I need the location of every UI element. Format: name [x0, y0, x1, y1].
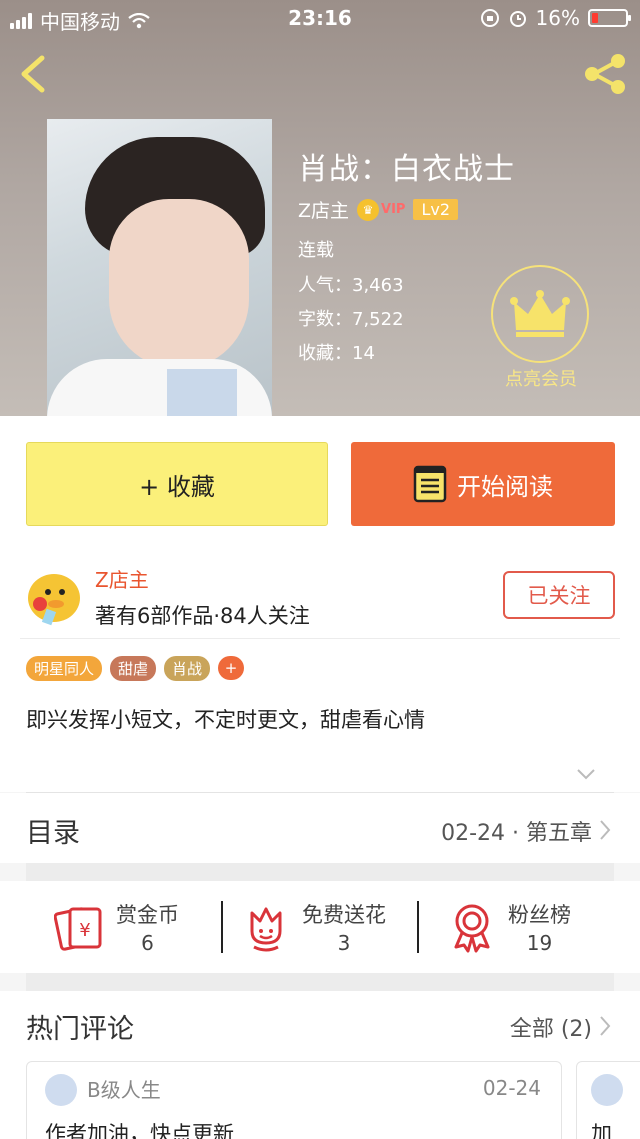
rewards-row: ¥ 赏金币 6 免费送花 3 粉丝榜 19 — [0, 881, 640, 973]
tag[interactable]: 明星同人 — [26, 656, 103, 681]
reward-count: 19 — [526, 931, 553, 955]
flower-icon — [250, 907, 282, 952]
vip-member-button[interactable]: 点亮会员 — [491, 265, 591, 395]
author-avatar[interactable] — [20, 564, 84, 628]
comment-card[interactable]: B级人生 02-24 作者加油，快点更新 — [26, 1061, 562, 1139]
comment-text: 作者加油，快点更新 — [45, 1122, 234, 1139]
medal-icon — [454, 904, 490, 953]
chevron-down-icon[interactable] — [576, 768, 596, 780]
divider — [221, 901, 223, 953]
action-bar: + 收藏 开始阅读 — [0, 416, 640, 548]
commenter-avatar — [45, 1074, 77, 1106]
book-title: 肖战：白衣战士 — [298, 152, 515, 187]
svg-text:¥: ¥ — [79, 920, 90, 941]
reward-count: 3 — [337, 931, 351, 955]
comment-text: 加 — [591, 1122, 612, 1139]
author-name-link[interactable]: Z店主 — [95, 564, 149, 593]
reward-count: 6 — [141, 931, 154, 955]
serial-status: 连载 — [298, 240, 334, 261]
crown-icon: ♛ — [357, 198, 380, 221]
comments-title: 热门评论 — [26, 1014, 134, 1045]
follow-button[interactable]: 已关注 — [503, 571, 615, 619]
book-header: 中国移动 23:16 16% 肖战：白衣战士 Z店主 ♛ VIP Lv2 连载 … — [0, 0, 640, 416]
add-tag-button[interactable]: + — [218, 656, 245, 680]
battery-percent: 16% — [535, 6, 580, 30]
rotation-lock-icon — [480, 9, 499, 27]
author-row: Z店主 ♛ VIP Lv2 — [298, 196, 459, 223]
divider — [417, 901, 419, 953]
red-envelope-icon: ¥ — [54, 907, 102, 951]
chevron-right-icon[interactable] — [598, 1015, 612, 1037]
back-icon[interactable] — [14, 52, 54, 96]
book-icon — [413, 465, 447, 503]
author-stats: 著有6部作品·84人关注 — [95, 604, 310, 628]
chevron-right-icon — [600, 820, 611, 840]
battery-icon — [588, 9, 631, 27]
tag-list: 明星同人 甜虐 肖战 + — [26, 656, 245, 681]
alarm-icon — [509, 11, 526, 27]
favorite-count: 收藏：14 — [298, 343, 375, 364]
book-intro: 即兴发挥小短文，不定时更文，甜虐看心情 — [26, 708, 425, 732]
book-cover[interactable] — [47, 119, 272, 416]
reward-coins-button[interactable]: ¥ 赏金币 6 — [54, 897, 179, 957]
hot-comments-section: 热门评论 全部 (2) B级人生 02-24 作者加油，快点更新 加 — [0, 991, 640, 1139]
vip-member-label: 点亮会员 — [505, 369, 577, 390]
section-gap — [26, 863, 614, 881]
favorite-button[interactable]: + 收藏 — [26, 442, 328, 526]
word-count: 字数：7,522 — [298, 309, 404, 330]
reward-label: 免费送花 — [302, 903, 386, 927]
author-section: Z店主 著有6部作品·84人关注 已关注 明星同人 甜虐 肖战 + 即兴发挥小短… — [0, 548, 640, 792]
all-comments-link[interactable]: 全部 (2) — [510, 1011, 592, 1043]
tag[interactable]: 肖战 — [164, 656, 211, 681]
commenter-name: B级人生 — [87, 1078, 161, 1102]
popularity: 人气：3,463 — [298, 275, 404, 296]
crown-icon — [510, 290, 570, 337]
level-badge: Lv2 — [413, 199, 459, 220]
vip-badge: ♛ VIP — [357, 198, 405, 221]
divider — [20, 638, 620, 639]
reward-label: 粉丝榜 — [508, 903, 571, 927]
send-flower-button[interactable]: 免费送花 3 — [240, 897, 386, 957]
toc-latest-chapter: 02-24 · 第五章 — [441, 821, 592, 846]
section-gap — [26, 973, 614, 991]
reward-label: 赏金币 — [116, 903, 179, 927]
share-icon[interactable] — [580, 52, 630, 96]
status-bar: 中国移动 23:16 16% — [0, 0, 640, 36]
author-name[interactable]: Z店主 — [298, 196, 349, 223]
commenter-avatar — [591, 1074, 623, 1106]
toc-title: 目录 — [26, 818, 80, 849]
start-reading-button[interactable]: 开始阅读 — [351, 442, 615, 526]
tag[interactable]: 甜虐 — [110, 656, 157, 681]
comment-date: 02-24 — [482, 1076, 541, 1100]
fan-ranking-button[interactable]: 粉丝榜 19 — [446, 897, 571, 957]
table-of-contents-row[interactable]: 目录 02-24 · 第五章 — [0, 793, 640, 863]
comment-card[interactable]: 加 — [576, 1061, 640, 1139]
